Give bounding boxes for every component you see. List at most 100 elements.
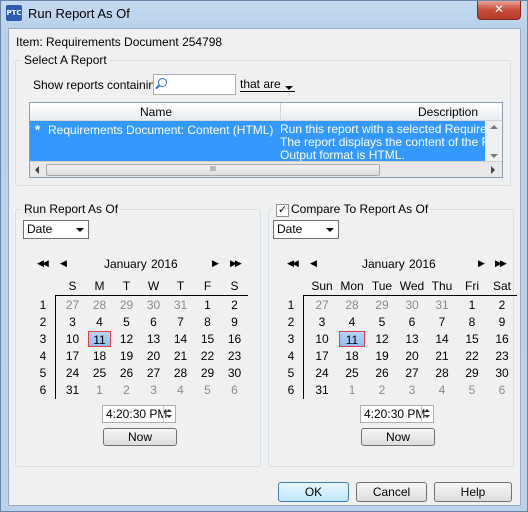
day-cell[interactable]: 20 (140, 348, 167, 364)
day-cell[interactable]: 21 (427, 348, 457, 364)
day-cell[interactable]: 14 (167, 331, 194, 347)
day-cell[interactable]: 24 (307, 365, 337, 381)
day-cell[interactable]: 28 (86, 297, 113, 313)
day-cell[interactable]: 27 (307, 297, 337, 313)
day-cell[interactable]: 4 (337, 314, 367, 330)
last-month-icon[interactable]: ▶▶ (495, 258, 507, 269)
day-cell[interactable]: 6 (397, 314, 427, 330)
day-cell[interactable]: 2 (113, 382, 140, 398)
spin-up-icon[interactable] (166, 409, 172, 412)
day-cell[interactable]: 24 (59, 365, 86, 381)
time-spinner[interactable] (163, 406, 175, 422)
day-cell[interactable]: 30 (221, 365, 248, 381)
day-cell[interactable]: 27 (59, 297, 86, 313)
day-cell[interactable]: 28 (427, 365, 457, 381)
day-cell[interactable]: 22 (457, 348, 487, 364)
day-cell[interactable]: 6 (487, 382, 517, 398)
time-spinner[interactable] (421, 406, 433, 422)
day-cell[interactable]: 30 (397, 297, 427, 313)
day-cell[interactable]: 23 (487, 348, 517, 364)
selected-day-cell[interactable]: 11 (339, 331, 365, 347)
day-cell[interactable]: 13 (140, 331, 167, 347)
day-cell[interactable]: 1 (457, 297, 487, 313)
day-cell[interactable]: 16 (221, 331, 248, 347)
filter-mode-dropdown[interactable]: that are (240, 77, 295, 92)
day-cell[interactable]: 29 (457, 365, 487, 381)
day-cell[interactable]: 12 (367, 331, 397, 347)
column-divider[interactable] (280, 103, 281, 121)
day-cell[interactable]: 30 (140, 297, 167, 313)
day-cell[interactable]: 13 (397, 331, 427, 347)
help-button[interactable]: Help (434, 482, 512, 502)
day-cell[interactable]: 7 (427, 314, 457, 330)
spin-down-icon[interactable] (424, 415, 430, 418)
column-header-name[interactable]: Name (140, 105, 172, 119)
day-cell[interactable]: 17 (59, 348, 86, 364)
spin-down-icon[interactable] (166, 415, 172, 418)
day-cell[interactable]: 29 (194, 365, 221, 381)
vertical-scrollbar[interactable] (485, 121, 502, 161)
scroll-up-arrow-icon[interactable] (490, 125, 498, 129)
next-month-icon[interactable]: ▶ (212, 258, 219, 269)
day-cell[interactable]: 7 (167, 314, 194, 330)
day-cell[interactable]: 9 (221, 314, 248, 330)
compare-as-of-now-button[interactable]: Now (361, 428, 435, 446)
day-cell[interactable]: 1 (194, 297, 221, 313)
spin-up-icon[interactable] (424, 409, 430, 412)
day-cell[interactable]: 29 (367, 297, 397, 313)
day-cell[interactable]: 27 (140, 365, 167, 381)
day-cell[interactable]: 2 (367, 382, 397, 398)
next-month-icon[interactable]: ▶ (478, 258, 485, 269)
day-cell[interactable]: 19 (367, 348, 397, 364)
day-cell[interactable]: 2 (487, 297, 517, 313)
scroll-down-arrow-icon[interactable] (490, 154, 498, 158)
day-cell[interactable]: 18 (86, 348, 113, 364)
day-cell[interactable]: 31 (167, 297, 194, 313)
day-cell[interactable]: 8 (194, 314, 221, 330)
scroll-left-arrow-icon[interactable] (35, 166, 39, 174)
close-button[interactable]: ✕ (477, 1, 521, 20)
day-cell[interactable]: 14 (427, 331, 457, 347)
column-header-description[interactable]: Description (418, 105, 478, 119)
day-cell[interactable]: 5 (113, 314, 140, 330)
day-cell[interactable]: 5 (367, 314, 397, 330)
day-cell[interactable]: 3 (59, 314, 86, 330)
first-month-icon[interactable]: ◀◀ (37, 258, 49, 269)
day-cell[interactable]: 26 (367, 365, 397, 381)
scroll-right-arrow-icon[interactable] (491, 166, 495, 174)
prev-month-icon[interactable]: ◀ (310, 258, 317, 269)
day-cell[interactable]: 3 (397, 382, 427, 398)
cancel-button[interactable]: Cancel (356, 482, 427, 502)
day-cell[interactable]: 15 (194, 331, 221, 347)
day-cell[interactable]: 30 (487, 365, 517, 381)
day-cell[interactable]: 2 (221, 297, 248, 313)
day-cell[interactable]: 17 (307, 348, 337, 364)
day-cell[interactable]: 3 (140, 382, 167, 398)
prev-month-icon[interactable]: ◀ (60, 258, 67, 269)
day-cell[interactable]: 1 (337, 382, 367, 398)
day-cell[interactable]: 8 (457, 314, 487, 330)
compare-as-of-time-input[interactable]: 4:20:30 PM (360, 405, 434, 423)
day-cell[interactable]: 6 (140, 314, 167, 330)
day-cell[interactable]: 19 (113, 348, 140, 364)
compare-as-of-mode-select[interactable]: Date (273, 220, 339, 239)
day-cell[interactable]: 5 (194, 382, 221, 398)
first-month-icon[interactable]: ◀◀ (287, 258, 299, 269)
day-cell[interactable]: 25 (86, 365, 113, 381)
run-as-of-time-input[interactable]: 4:20:30 PM (102, 405, 176, 423)
selected-day-cell[interactable]: 11 (88, 331, 111, 347)
day-cell[interactable]: 16 (487, 331, 517, 347)
day-cell[interactable]: 25 (337, 365, 367, 381)
day-cell[interactable]: 28 (337, 297, 367, 313)
run-as-of-now-button[interactable]: Now (103, 428, 177, 446)
day-cell[interactable]: 10 (59, 331, 86, 347)
day-cell[interactable]: 21 (167, 348, 194, 364)
day-cell[interactable]: 4 (167, 382, 194, 398)
day-cell[interactable]: 18 (337, 348, 367, 364)
day-cell[interactable]: 10 (307, 331, 337, 347)
day-cell[interactable]: 3 (307, 314, 337, 330)
table-row[interactable]: * Requirements Document: Content (HTML) … (30, 121, 502, 162)
day-cell[interactable]: 9 (487, 314, 517, 330)
compare-as-of-checkbox[interactable]: ✓ (276, 204, 289, 217)
day-cell[interactable]: 15 (457, 331, 487, 347)
